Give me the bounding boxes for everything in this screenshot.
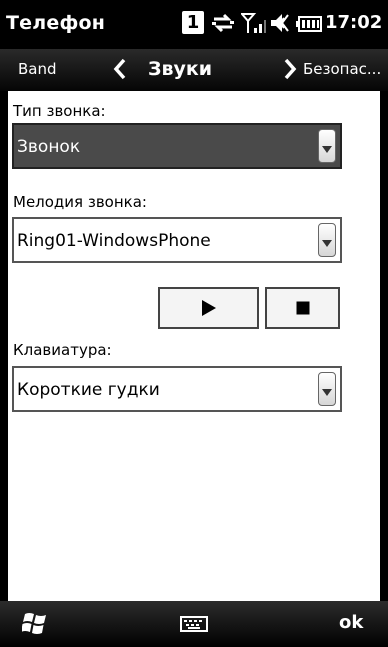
dropdown-arrow-icon[interactable]	[318, 372, 336, 406]
tab-current: Звуки	[148, 58, 213, 80]
keypad-value: Короткие гудки	[17, 380, 160, 400]
chevron-right-icon[interactable]	[283, 58, 297, 80]
phone-screen: Телефон 1 17:02 Band Звуки Безопас... Ти…	[0, 0, 388, 647]
clock[interactable]: 17:02	[325, 12, 382, 33]
windows-flag-icon[interactable]	[22, 611, 48, 635]
dropdown-arrow-icon[interactable]	[318, 223, 336, 257]
keyboard-icon[interactable]	[180, 616, 208, 632]
settings-panel: Тип звонка: Звонок Мелодия звонка: Ring0…	[8, 91, 380, 601]
tab-previous[interactable]: Band	[18, 60, 57, 78]
stop-button[interactable]	[265, 287, 340, 329]
app-title[interactable]: Телефон	[6, 12, 105, 34]
ringtone-dropdown[interactable]: Ring01-WindowsPhone	[12, 217, 342, 263]
menu-bar: ok	[0, 601, 388, 647]
ok-button[interactable]: ok	[339, 612, 363, 633]
ring-type-label: Тип звонка:	[13, 102, 106, 120]
stop-icon	[296, 301, 309, 315]
tab-navigation: Band Звуки Безопас...	[0, 49, 388, 91]
dropdown-arrow-icon[interactable]	[318, 129, 336, 163]
ringtone-label: Мелодия звонка:	[13, 193, 147, 211]
ring-type-dropdown[interactable]: Звонок	[12, 123, 342, 169]
battery-icon	[296, 16, 322, 32]
keypad-label: Клавиатура:	[13, 341, 112, 359]
signal-icon	[241, 13, 266, 33]
chevron-left-icon[interactable]	[113, 58, 127, 80]
volume-icon	[271, 14, 289, 32]
sim-1-icon: 1	[182, 11, 204, 34]
ringtone-value: Ring01-WindowsPhone	[17, 231, 211, 251]
keypad-dropdown[interactable]: Короткие гудки	[12, 366, 342, 412]
play-icon	[201, 300, 216, 316]
ring-type-value: Звонок	[17, 137, 81, 157]
play-button[interactable]	[158, 287, 259, 329]
tab-next[interactable]: Безопас...	[303, 60, 381, 78]
status-bar: Телефон 1 17:02	[0, 0, 388, 49]
data-transfer-icon	[212, 13, 234, 33]
